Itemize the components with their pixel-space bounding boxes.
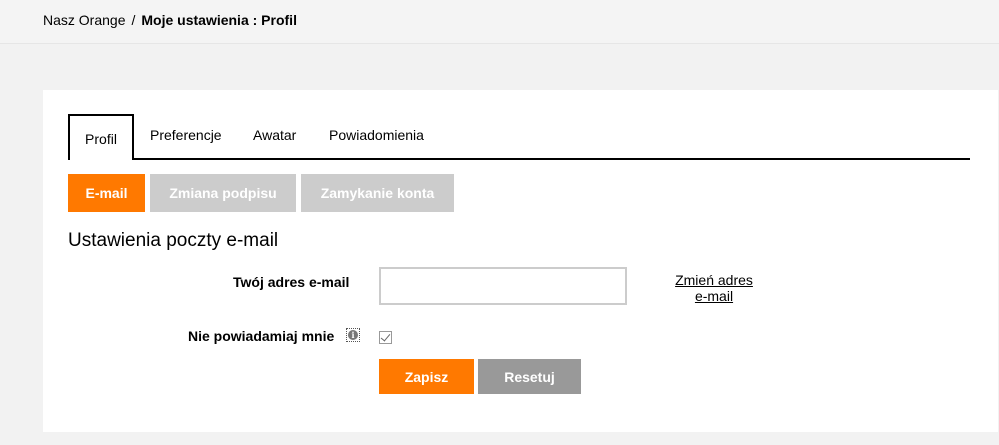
tab-powiadomienia[interactable]: Powiadomienia bbox=[329, 114, 424, 158]
reset-button[interactable]: Resetuj bbox=[478, 359, 581, 394]
subtab-email[interactable]: E-mail bbox=[68, 174, 145, 212]
notify-label: Nie powiadamiaj mnie bbox=[188, 328, 335, 344]
email-field[interactable] bbox=[379, 267, 627, 305]
notify-checkbox[interactable] bbox=[379, 331, 392, 344]
info-icon[interactable]: i bbox=[346, 328, 360, 342]
checkmark-icon bbox=[380, 331, 391, 342]
tab-profil[interactable]: Profil bbox=[68, 114, 134, 160]
settings-card: Profil Preferencje Awatar Powiadomienia … bbox=[43, 90, 998, 432]
breadcrumb-current: Moje ustawienia : Profil bbox=[141, 12, 297, 28]
breadcrumb: Nasz Orange / Moje ustawienia : Profil bbox=[43, 12, 297, 28]
tab-awatar[interactable]: Awatar bbox=[253, 114, 296, 158]
subtab-zmiana-podpisu[interactable]: Zmiana podpisu bbox=[150, 174, 296, 212]
section-title: Ustawienia poczty e-mail bbox=[68, 230, 279, 251]
subtab-zamykanie-konta[interactable]: Zamykanie konta bbox=[301, 174, 454, 212]
save-button[interactable]: Zapisz bbox=[379, 359, 474, 394]
breadcrumb-bar: Nasz Orange / Moje ustawienia : Profil bbox=[0, 0, 999, 44]
breadcrumb-home-link[interactable]: Nasz Orange bbox=[43, 12, 125, 28]
main-tabs: Profil Preferencje Awatar Powiadomienia bbox=[68, 114, 970, 160]
breadcrumb-separator: / bbox=[131, 12, 136, 28]
change-email-link[interactable]: Zmień adres e-mail bbox=[669, 272, 759, 304]
tab-preferencje[interactable]: Preferencje bbox=[150, 114, 222, 158]
info-glyph: i bbox=[348, 330, 358, 340]
email-label: Twój adres e-mail bbox=[233, 274, 350, 290]
